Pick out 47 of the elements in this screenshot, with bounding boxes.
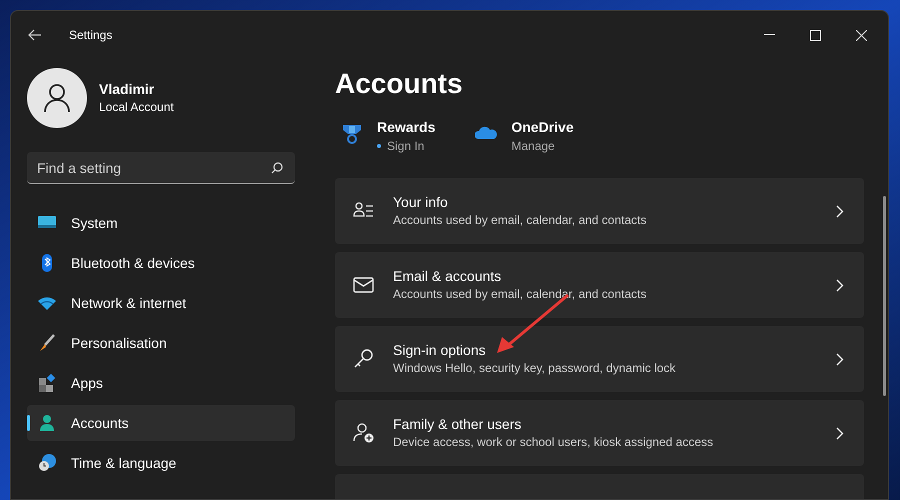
card-title: Family & other users xyxy=(393,415,522,433)
sidebar-item[interactable]: Time & language xyxy=(27,445,295,481)
settings-card[interactable]: Sign-in options Windows Hello, security key, password, dynamic lock xyxy=(335,326,864,392)
search-icon xyxy=(271,162,283,174)
page-title: Accounts xyxy=(335,67,464,101)
apps-icon xyxy=(37,373,57,393)
card-description: Device access, work or school users, kiosk assigned access xyxy=(393,434,714,451)
service-name: OneDrive xyxy=(511,118,574,136)
settings-card[interactable]: Your info Accounts used by email, calendar, and contacts xyxy=(335,178,864,244)
sidebar-item[interactable]: Bluetooth & devices xyxy=(27,245,295,281)
service-link[interactable]: Manage xyxy=(511,136,555,156)
scrollbar[interactable] xyxy=(883,196,886,396)
account-type: Local Account xyxy=(99,99,174,116)
close-icon xyxy=(856,30,866,40)
minimize-icon xyxy=(764,34,774,36)
user-name: Vladimir xyxy=(99,80,156,98)
sidebar-item[interactable]: Network & internet xyxy=(27,285,295,321)
sidebar-item[interactable]: Personalisation xyxy=(27,325,295,361)
back-arrow-icon xyxy=(28,29,42,41)
key-icon xyxy=(353,348,375,370)
chevron-right-icon xyxy=(836,278,844,292)
card-description: Windows Hello, security key, password, dynamic lock xyxy=(393,360,677,377)
window-title: Settings xyxy=(69,27,112,44)
person-icon xyxy=(37,413,57,433)
chevron-right-icon xyxy=(836,352,844,366)
selection-indicator xyxy=(27,415,30,431)
card-description: Accounts used by email, calendar, and contacts xyxy=(393,212,648,229)
chevron-right-icon xyxy=(836,204,844,218)
card-title: Email & accounts xyxy=(393,267,502,285)
chevron-right-icon xyxy=(836,426,844,440)
person-icon xyxy=(43,83,71,113)
settings-card[interactable]: Email & accounts Accounts used by email, calendar, and contacts xyxy=(335,252,864,318)
card-description: Accounts used by email, calendar, and contacts xyxy=(393,286,648,303)
clock-globe-icon xyxy=(37,453,57,473)
service-link[interactable]: Sign In xyxy=(387,136,424,156)
settings-card[interactable]: Family & other users Device access, work or school users, kiosk assigned access xyxy=(335,400,864,466)
medal-icon xyxy=(341,122,363,144)
search-field[interactable]: Find a setting xyxy=(27,152,295,184)
person-add-icon xyxy=(353,422,375,444)
paintbrush-icon xyxy=(37,333,57,353)
card-title: Your info xyxy=(393,193,449,211)
service-name: Rewards xyxy=(377,118,436,136)
maximize-icon xyxy=(810,30,820,40)
card-title: Sign-in options xyxy=(393,341,487,359)
sidebar-item[interactable]: System xyxy=(27,205,295,241)
sidebar-item[interactable]: Apps xyxy=(27,365,295,401)
sidebar-item[interactable]: Accounts xyxy=(27,405,295,441)
